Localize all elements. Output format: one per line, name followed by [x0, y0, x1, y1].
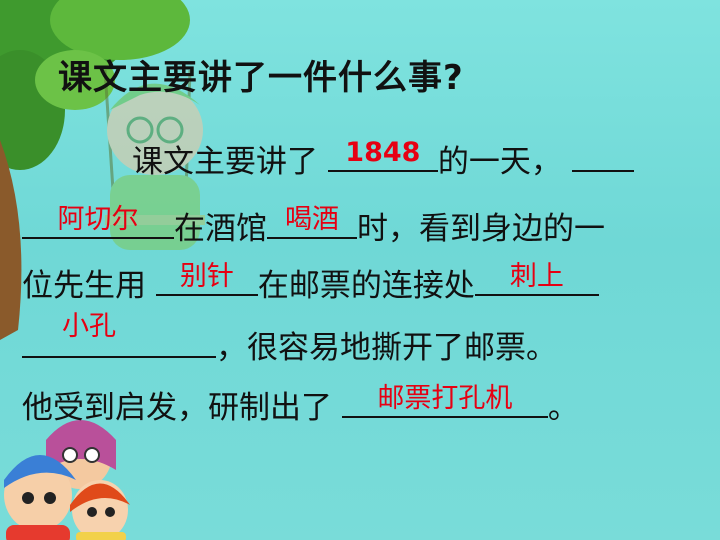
answer-blank-place: 阿切尔: [22, 201, 174, 239]
passage-text: 。: [547, 390, 579, 426]
answer-pierce: 刺上: [509, 261, 564, 292]
answer-blank-holes: 小孔: [22, 312, 216, 358]
answer-year: 1848: [345, 137, 421, 168]
answer-blank-action: 喝酒: [267, 201, 357, 239]
passage-text: 时，看到身边的一: [357, 211, 605, 247]
passage-text: ，很容易地撕开了邮票。: [216, 330, 557, 366]
answer-holes: 小孔: [62, 311, 116, 342]
slide: 课文主要讲了一件什么事? 课文主要讲了 1848 的一天， 阿切尔 在酒馆 喝酒…: [0, 0, 720, 540]
passage-text: 位先生用: [22, 268, 146, 304]
answer-blank-year: 1848: [327, 134, 438, 172]
children-cartoon-icon: [4, 420, 130, 540]
passage-line-5: 他受到启发，研制出了 邮票打孔机 。: [22, 380, 579, 427]
answer-place: 阿切尔: [57, 204, 139, 235]
passage-text: 的一天，: [437, 144, 562, 180]
tree-trunk-icon: [0, 140, 22, 340]
passage-text: 他受到启发，研制出了: [22, 390, 332, 426]
passage-text: 在酒馆: [174, 211, 267, 247]
passage-line-2: 阿切尔 在酒馆 喝酒 时，看到身边的一: [22, 201, 605, 247]
answer-blank-continue: [571, 134, 634, 172]
slide-title: 课文主要讲了一件什么事?: [58, 58, 464, 98]
passage-text: 课文主要讲了: [132, 144, 318, 180]
answer-invention: 邮票打孔机: [377, 383, 513, 414]
answer-action: 喝酒: [285, 204, 339, 235]
passage-text: 在邮票的连接处: [257, 268, 475, 304]
answer-blank-tool: 别针: [155, 258, 258, 296]
answer-blank-pierce: 刺上: [474, 258, 599, 296]
passage-line-1: 课文主要讲了 1848 的一天，: [132, 134, 634, 180]
answer-tool: 别针: [179, 261, 234, 292]
passage-line-3: 位先生用 别针 在邮票的连接处 刺上: [22, 258, 599, 304]
answer-blank-invention: 邮票打孔机: [341, 380, 548, 418]
passage-line-4: 小孔 ，很容易地撕开了邮票。: [22, 312, 557, 366]
